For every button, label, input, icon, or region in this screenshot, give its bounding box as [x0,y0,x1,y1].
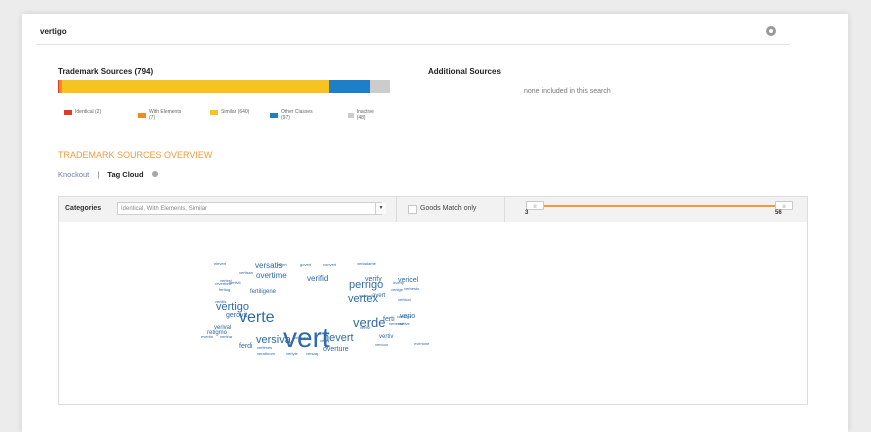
overview-title: TRADEMARK SOURCES OVERVIEW [58,150,213,160]
tag-word[interactable]: gerovit [226,312,247,319]
tag-word[interactable]: vertesse [389,322,404,326]
trademark-sources-bar [58,80,390,93]
tab-tag-cloud[interactable]: Tag Cloud [107,170,143,179]
tag-word[interactable]: fertiligene [250,289,276,295]
tag-word[interactable]: bivert [277,263,287,267]
legend-swatch [270,112,278,118]
legend-swatch [210,109,218,115]
tag-word[interactable]: vericon [375,343,388,347]
range-slider-max-handle[interactable]: ||| [775,201,793,210]
tab-knockout[interactable]: Knockout [58,170,89,179]
tag-word[interactable]: overty [393,281,404,285]
tag-word[interactable]: verifid [307,275,328,283]
tag-word[interactable]: vertadame [357,262,376,266]
divider [396,197,397,222]
range-slider-min-handle[interactable]: ||| [526,201,544,210]
legend-label: Other Classes (97) [281,109,313,121]
legend-item: Identical (2) [64,109,101,115]
categories-value: Identical, With Elements, Similar [121,206,208,212]
tag-word[interactable]: vertisan [239,271,253,275]
view-tabs: Knockout | Tag Cloud [58,170,158,179]
tag-word[interactable]: avert [372,293,385,299]
tag-word[interactable]: govert [300,263,311,267]
tag-word[interactable]: vertiv [379,334,393,340]
bar-segment [329,80,370,93]
legend-item: Inactive (48) [348,109,376,121]
tag-word[interactable]: verify [365,276,382,283]
trademark-sources-legend: Identical (2) With Elements (7) Similar (6… [64,109,374,131]
goods-match-label: Goods Match only [420,205,477,212]
tag-word[interactable]: vertisol [359,294,372,298]
legend-swatch [138,112,146,118]
divider [504,197,505,222]
tag-word[interactable]: vertina [220,335,232,339]
tag-cloud: vert verte verde perrigo vertex vertigo versiv… [58,222,808,405]
tag-word[interactable]: vertingo [397,315,411,319]
trademark-sources-title: Trademark Sources (794) [58,67,154,76]
categories-label: Categories [65,205,102,212]
legend-label: With Elements (7) [149,109,182,121]
legend-item: Similar (640) [210,109,249,115]
settings-icon[interactable] [766,26,776,36]
tag-word[interactable]: evertin [201,335,213,339]
tag-word[interactable]: elevert [214,262,226,266]
bar-segment [61,80,330,93]
search-bar[interactable]: vertigo [36,14,790,45]
tag-word[interactable]: vertyle [286,352,298,356]
range-slider-track[interactable] [526,205,786,207]
tag-word[interactable]: versaq [306,352,318,356]
tag-word[interactable]: convert [323,263,336,267]
additional-sources-title: Additional Sources [428,67,501,76]
tag-word[interactable]: ferdi [239,343,253,350]
legend-item: With Elements (7) [138,109,185,121]
legend-swatch [64,109,72,115]
tag-word[interactable]: vertineo [294,336,308,340]
tag-word[interactable]: vertimes [257,346,272,350]
tag-word[interactable]: vertical [398,298,411,302]
legend-label: Similar (640) [221,109,250,115]
info-icon[interactable] [151,171,158,177]
tag-word[interactable]: overtime [256,272,287,280]
tag-word[interactable]: vertige [391,288,403,292]
tag-word[interactable]: vertivit [229,281,241,285]
filter-bar: Categories Identical, With Elements, Sim… [58,196,808,223]
legend-item: Other Classes (97) [270,109,317,121]
range-min-value: 3 [525,210,529,216]
chevron-down-icon[interactable]: ▼ [375,203,386,214]
legend-swatch [348,112,354,118]
tag-word[interactable]: verbesto [404,287,419,291]
tag-word[interactable]: verathrom [257,352,275,356]
legend-label: Identical (2) [75,109,102,115]
tag-word[interactable]: vertivi [360,326,370,330]
tab-separator: | [97,170,100,179]
tag-word[interactable]: overture [323,346,349,353]
tag-word[interactable]: fertiog [219,288,230,292]
tag-word[interactable]: everlone [414,342,429,346]
additional-sources-empty: none included in this search [524,88,611,95]
bar-segment [369,80,390,93]
goods-match-checkbox[interactable] [408,205,417,214]
tag-word[interactable]: verity [320,339,330,343]
search-query[interactable]: vertigo [40,27,67,36]
range-max-value: 56 [775,210,782,216]
legend-label: Inactive (48) [356,109,374,121]
categories-select[interactable]: Identical, With Elements, Similar [117,202,382,215]
tag-word[interactable]: vertilis [215,300,226,304]
